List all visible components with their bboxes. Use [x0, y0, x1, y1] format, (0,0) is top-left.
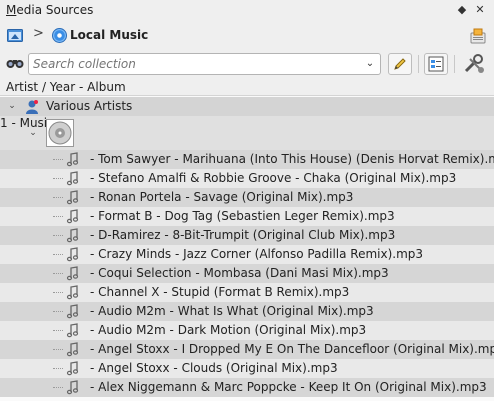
column-header-label: Artist / Year - Album	[6, 80, 126, 94]
track-row[interactable]: - Audio M2m - Dark Motion (Original Mix)…	[0, 321, 494, 340]
disc-icon	[48, 121, 72, 145]
track-title: - Format B - Dog Tag (Sebastien Leger Re…	[90, 209, 395, 223]
breadcrumb: > Local Music	[0, 22, 494, 50]
album-cover	[46, 119, 74, 147]
track-row[interactable]: - Angel Stoxx - I Dropped My E On The Da…	[0, 340, 494, 359]
music-note-icon	[66, 266, 79, 281]
chevron-down-icon[interactable]: ⌄	[28, 128, 38, 138]
music-note-icon	[66, 285, 79, 300]
toolbar-divider	[454, 55, 455, 73]
artist-icon	[26, 100, 38, 114]
collection-menu-icon[interactable]	[470, 28, 486, 44]
tree-guide	[53, 387, 63, 388]
breadcrumb-current[interactable]: Local Music	[70, 28, 148, 42]
edit-filters-button[interactable]	[388, 53, 412, 75]
close-panel-button[interactable]: ✕	[474, 4, 486, 16]
track-title: - Audio M2m - What Is What (Original Mix…	[90, 304, 374, 318]
track-title: - Audio M2m - Dark Motion (Original Mix)…	[90, 323, 367, 337]
chevron-down-icon[interactable]: ⌄	[363, 57, 377, 71]
tree-guide	[53, 349, 63, 350]
panel-title-accel: M	[6, 3, 17, 17]
track-title: - Tom Sawyer - Marihuana (Into This Hous…	[90, 152, 494, 166]
artist-name: Various Artists	[46, 99, 133, 113]
track-row[interactable]: - Format B - Dog Tag (Sebastien Leger Re…	[0, 207, 494, 226]
track-row[interactable]: - Stefano Amalfi & Robbie Groove - Chaka…	[0, 169, 494, 188]
track-row[interactable]: - Audio M2m - What Is What (Original Mix…	[0, 302, 494, 321]
track-title: - D-Ramirez - 8-Bit-Trumpit (Original Cl…	[90, 228, 396, 242]
search-toolbar: ⌄	[0, 50, 494, 78]
local-music-icon	[52, 28, 67, 43]
tree-guide	[53, 254, 63, 255]
music-note-icon	[66, 171, 79, 186]
view-mode-button[interactable]	[424, 53, 448, 75]
tree-guide	[53, 159, 63, 160]
track-row[interactable]: - Tom Sawyer - Marihuana (Into This Hous…	[0, 150, 494, 169]
music-note-icon	[66, 152, 79, 167]
chevron-down-icon[interactable]: ⌄	[7, 101, 17, 111]
tree-guide	[53, 235, 63, 236]
music-note-icon	[66, 361, 79, 376]
tools-icon[interactable]	[462, 54, 486, 74]
music-note-icon	[66, 247, 79, 262]
home-icon[interactable]	[7, 28, 23, 42]
music-note-icon	[66, 342, 79, 357]
track-row[interactable]: - Channel X - Stupid (Format B Remix).mp…	[0, 283, 494, 302]
panel-title-rest: edia Sources	[16, 3, 94, 17]
tree-guide	[53, 368, 63, 369]
tree-guide	[53, 216, 63, 217]
tree-guide	[53, 292, 63, 293]
tree-guide	[53, 330, 63, 331]
track-row[interactable]: - Alex Niggemann & Marc Poppcke - Keep I…	[0, 378, 494, 397]
tree-view-icon	[428, 56, 444, 72]
music-note-icon	[66, 209, 79, 224]
panel-titlebar: Media Sources ◆ ✕	[0, 0, 494, 22]
track-row[interactable]: - Crazy Minds - Jazz Corner (Alfonso Pad…	[0, 245, 494, 264]
music-note-icon	[66, 190, 79, 205]
track-title: - Alex Niggemann & Marc Poppcke - Keep I…	[90, 380, 487, 394]
track-title: - Ronan Portela - Savage (Original Mix).…	[90, 190, 354, 204]
float-panel-button[interactable]: ◆	[456, 4, 468, 16]
track-title: - Angel Stoxx - Clouds (Original Mix).mp…	[90, 361, 338, 375]
track-title: - Stefano Amalfi & Robbie Groove - Chaka…	[90, 171, 457, 185]
tree-guide	[53, 178, 63, 179]
music-note-icon	[66, 228, 79, 243]
track-title: - Channel X - Stupid (Format B Remix).mp…	[90, 285, 350, 299]
track-row[interactable]: - Coqui Selection - Mombasa (Dani Masi M…	[0, 264, 494, 283]
track-title: - Coqui Selection - Mombasa (Dani Masi M…	[90, 266, 389, 280]
tree-item-album[interactable]: ⌄ 1 - Music	[0, 116, 494, 150]
search-field[interactable]: ⌄	[28, 53, 381, 75]
tree-item-artist[interactable]: ⌄ Various Artists	[0, 97, 494, 116]
music-note-icon	[66, 380, 79, 395]
binoculars-icon	[6, 60, 24, 68]
track-row[interactable]: - D-Ramirez - 8-Bit-Trumpit (Original Cl…	[0, 226, 494, 245]
music-note-icon	[66, 323, 79, 338]
search-input[interactable]	[33, 56, 353, 72]
track-title: - Angel Stoxx - I Dropped My E On The Da…	[90, 342, 494, 356]
column-header[interactable]: Artist / Year - Album	[0, 78, 494, 96]
track-row[interactable]: - Ronan Portela - Savage (Original Mix).…	[0, 188, 494, 207]
breadcrumb-separator: >	[33, 26, 44, 41]
tree-guide	[53, 273, 63, 274]
collection-tree[interactable]: ⌄ Various Artists ⌄ 1 - Music - Tom Sawy…	[0, 96, 494, 401]
toolbar-divider	[418, 55, 419, 73]
tree-guide	[53, 197, 63, 198]
track-title: - Crazy Minds - Jazz Corner (Alfonso Pad…	[90, 247, 424, 261]
tree-guide	[53, 311, 63, 312]
track-row[interactable]: - Angel Stoxx - Clouds (Original Mix).mp…	[0, 359, 494, 378]
panel-title: Media Sources	[6, 3, 93, 17]
pencil-icon	[394, 58, 406, 70]
music-note-icon	[66, 304, 79, 319]
